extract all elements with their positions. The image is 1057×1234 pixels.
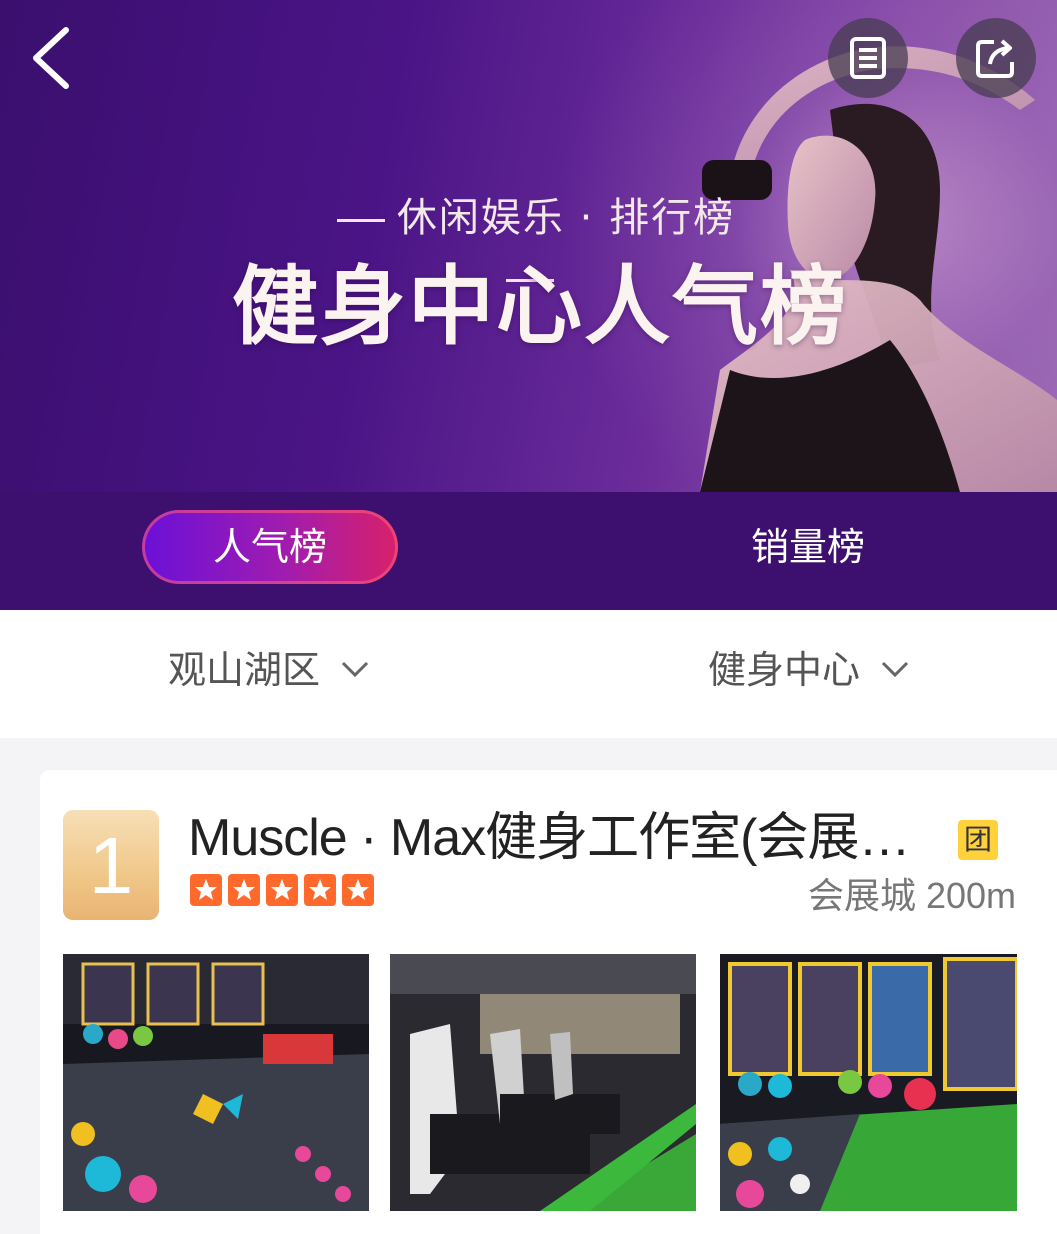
back-button[interactable] <box>22 22 82 92</box>
star-icon <box>190 874 222 906</box>
subtitle-text: 休闲娱乐 · 排行榜 <box>396 195 736 241</box>
tab-sales[interactable]: 销量榜 <box>680 510 936 584</box>
star-icon <box>266 874 298 906</box>
shop-name[interactable]: Muscle · Max健身工作室(会展… <box>188 806 938 870</box>
share-button[interactable] <box>956 18 1036 98</box>
page-subtitle: 休闲娱乐 · 排行榜 <box>300 188 760 282</box>
filter-bar: 观山湖区 健身中心 <box>0 610 1057 738</box>
district-filter-label: 观山湖区 <box>168 648 321 692</box>
star-icon <box>342 874 374 906</box>
star-icon <box>304 874 336 906</box>
chevron-left-icon <box>33 27 69 89</box>
star-icon <box>228 874 260 906</box>
share-icon <box>976 39 1014 78</box>
document-button[interactable] <box>828 18 908 98</box>
hero-banner: 休闲娱乐 · 排行榜 健身中心人气榜 人气榜 销量榜 <box>0 0 1057 610</box>
gym-posters-photo[interactable] <box>720 954 1017 1211</box>
treadmill-photo[interactable] <box>390 954 696 1211</box>
page-title: 健身中心人气榜 <box>232 257 848 357</box>
subtitle-dash-left <box>336 218 385 222</box>
rating-stars <box>190 874 380 906</box>
group-deal-badge: 团 <box>958 820 998 860</box>
chevron-down-icon <box>342 661 369 677</box>
gym-floor-photo[interactable] <box>63 954 369 1211</box>
category-filter-label: 健身中心 <box>708 648 861 692</box>
document-icon <box>850 37 886 79</box>
category-filter[interactable]: 健身中心 <box>708 610 910 738</box>
district-filter[interactable]: 观山湖区 <box>168 610 370 738</box>
tab-popularity[interactable]: 人气榜 <box>142 510 398 584</box>
rank-badge: 1 <box>63 810 159 920</box>
chevron-down-icon <box>882 661 909 677</box>
location-distance: 会展城 200m <box>807 875 1016 916</box>
